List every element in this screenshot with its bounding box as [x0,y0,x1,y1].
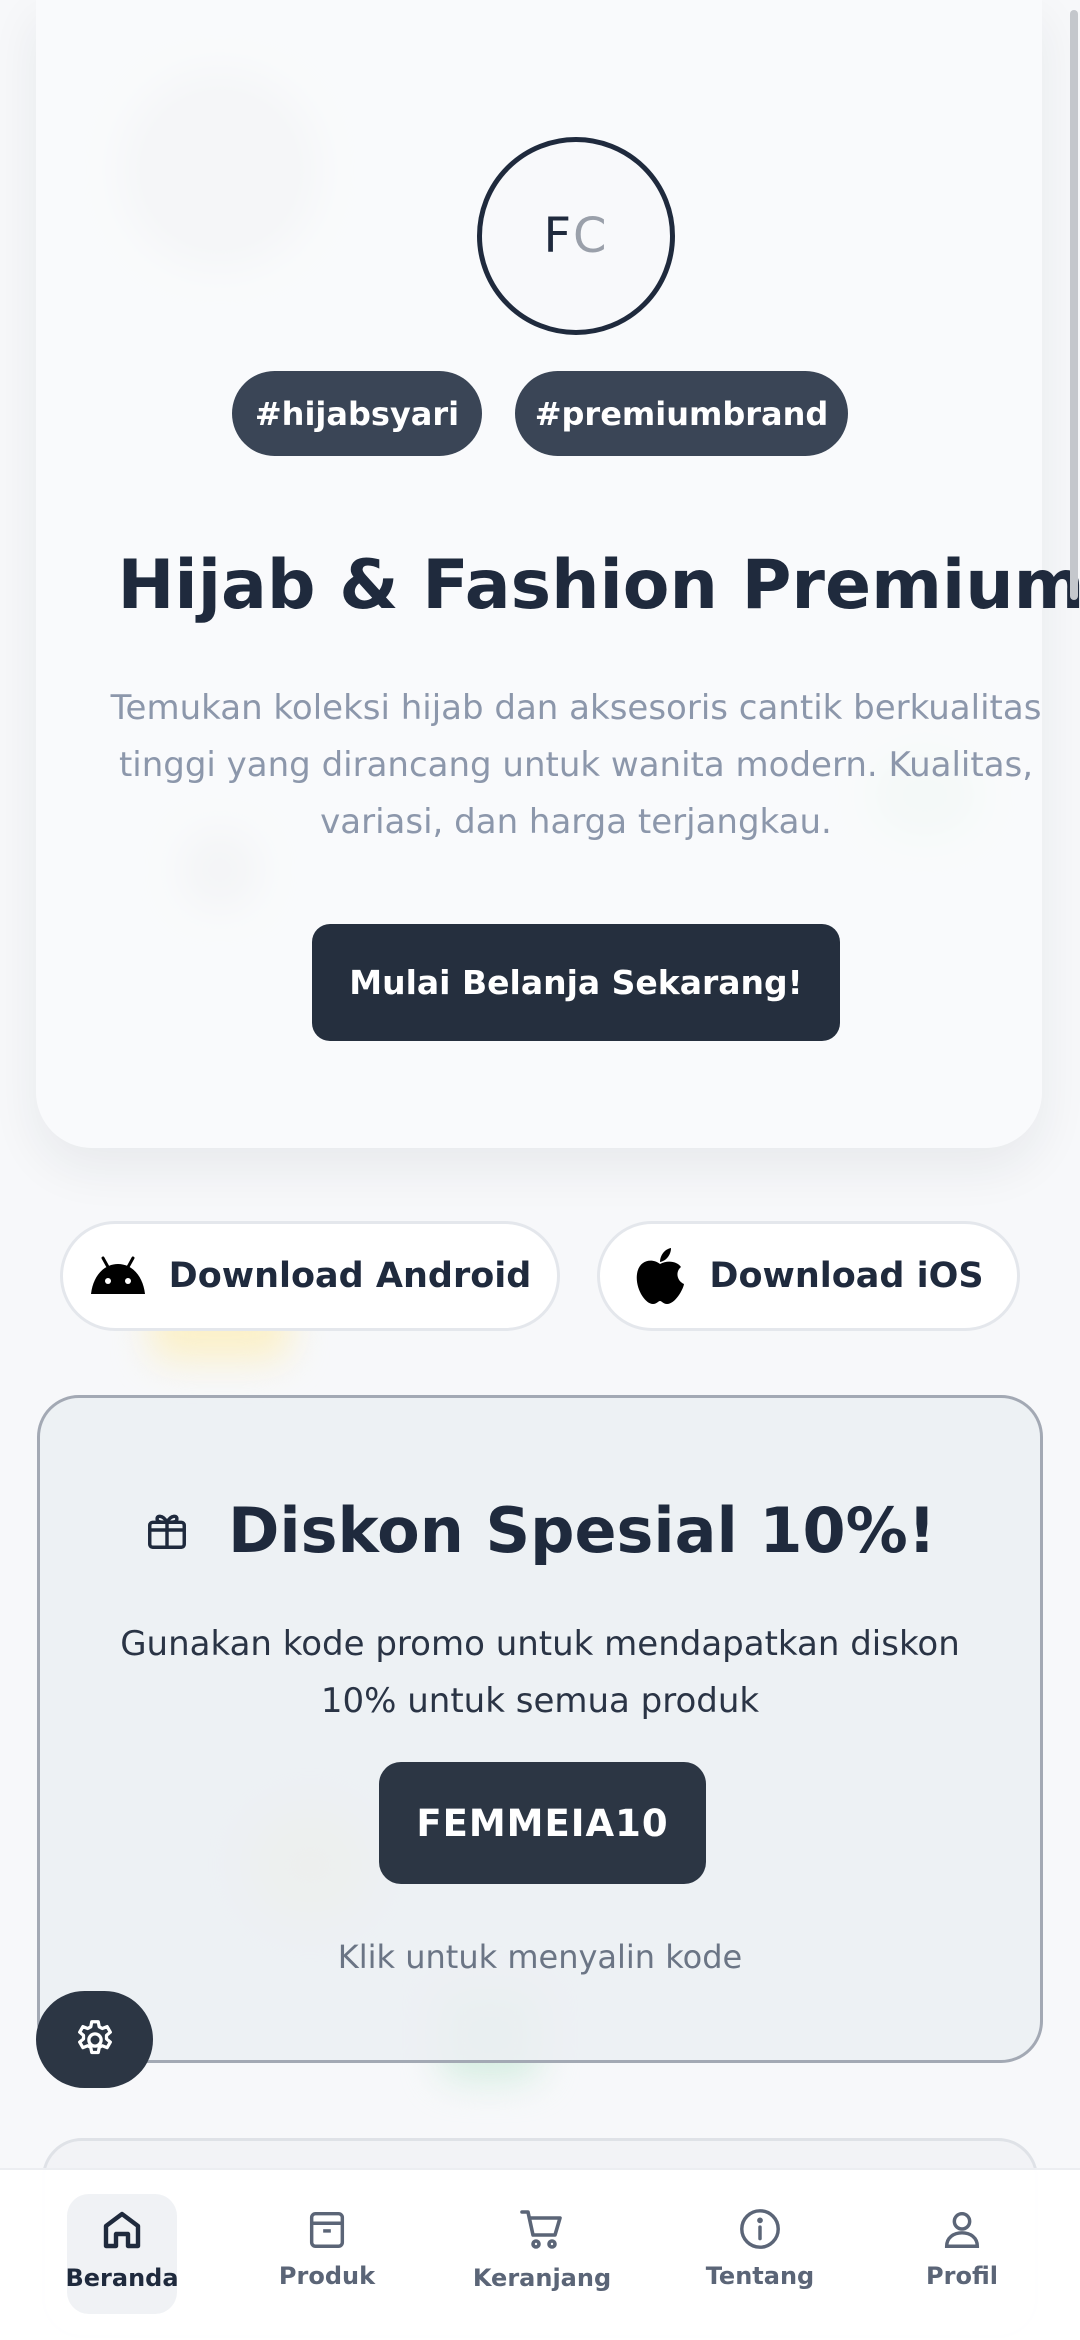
nav-keranjang[interactable]: Keranjang [473,2194,611,2314]
nav-produk[interactable]: Produk [272,2194,382,2314]
download-ios-label: Download iOS [709,1256,984,1296]
promo-card: Diskon Spesial 10%! Gunakan kode promo u… [37,1395,1043,2063]
bottom-navigation: Beranda Produk Keranjang Tentang Profil [0,2168,1080,2340]
settings-button[interactable] [36,1991,153,2088]
download-android-button[interactable]: Download Android [60,1221,560,1331]
hero-title-row: Hijab & Fashion Premium [114,540,1080,630]
nav-profil[interactable]: Profil [907,2194,1017,2314]
nav-tentang-label: Tentang [705,2262,815,2290]
download-ios-button[interactable]: Download iOS [597,1221,1020,1331]
nav-keranjang-label: Keranjang [472,2264,612,2292]
nav-profil-label: Profil [926,2262,998,2290]
brand-logo: FC [477,137,675,335]
user-icon [944,2211,980,2248]
hero-description: Temukan koleksi hijab dan aksesoris cant… [110,688,1042,842]
nav-beranda[interactable]: Beranda [65,2194,179,2314]
scrollbar-thumb[interactable] [1070,10,1078,600]
copy-code-hint: Klik untuk menyalin kode [337,1938,743,1976]
promo-title: Diskon Spesial 10%! [227,1493,937,1567]
nav-tentang[interactable]: Tentang [705,2194,815,2314]
box-icon [309,2211,345,2248]
apple-icon [637,1248,685,1304]
download-android-label: Download Android [168,1256,532,1296]
logo-letter-c: C [573,208,609,264]
promo-code-button[interactable]: FEMMEIA10 [379,1762,706,1884]
start-shopping-button[interactable]: Mulai Belanja Sekarang! [312,924,840,1041]
gear-icon [77,2019,112,2054]
nav-beranda-label: Beranda [65,2264,179,2292]
tag-premiumbrand[interactable]: #premiumbrand [515,371,848,456]
hero-title: Hijab & Fashion Premium [117,545,1080,625]
logo-letter-f: F [543,208,574,264]
android-icon [90,1256,145,1294]
nav-produk-label: Produk [278,2262,376,2290]
tag-hijabsyari[interactable]: #hijabsyari [232,371,482,456]
cart-icon [520,2210,562,2249]
gift-icon [147,1514,186,1549]
info-icon [740,2209,780,2249]
promo-description: Gunakan kode promo untuk mendapatkan dis… [120,1624,960,1721]
promo-title-row: Diskon Spesial 10%! [40,1490,1040,1570]
home-icon [103,2211,141,2249]
hero-card: FC #hijabsyari #premiumbrand Hijab & Fas… [36,0,1080,1148]
